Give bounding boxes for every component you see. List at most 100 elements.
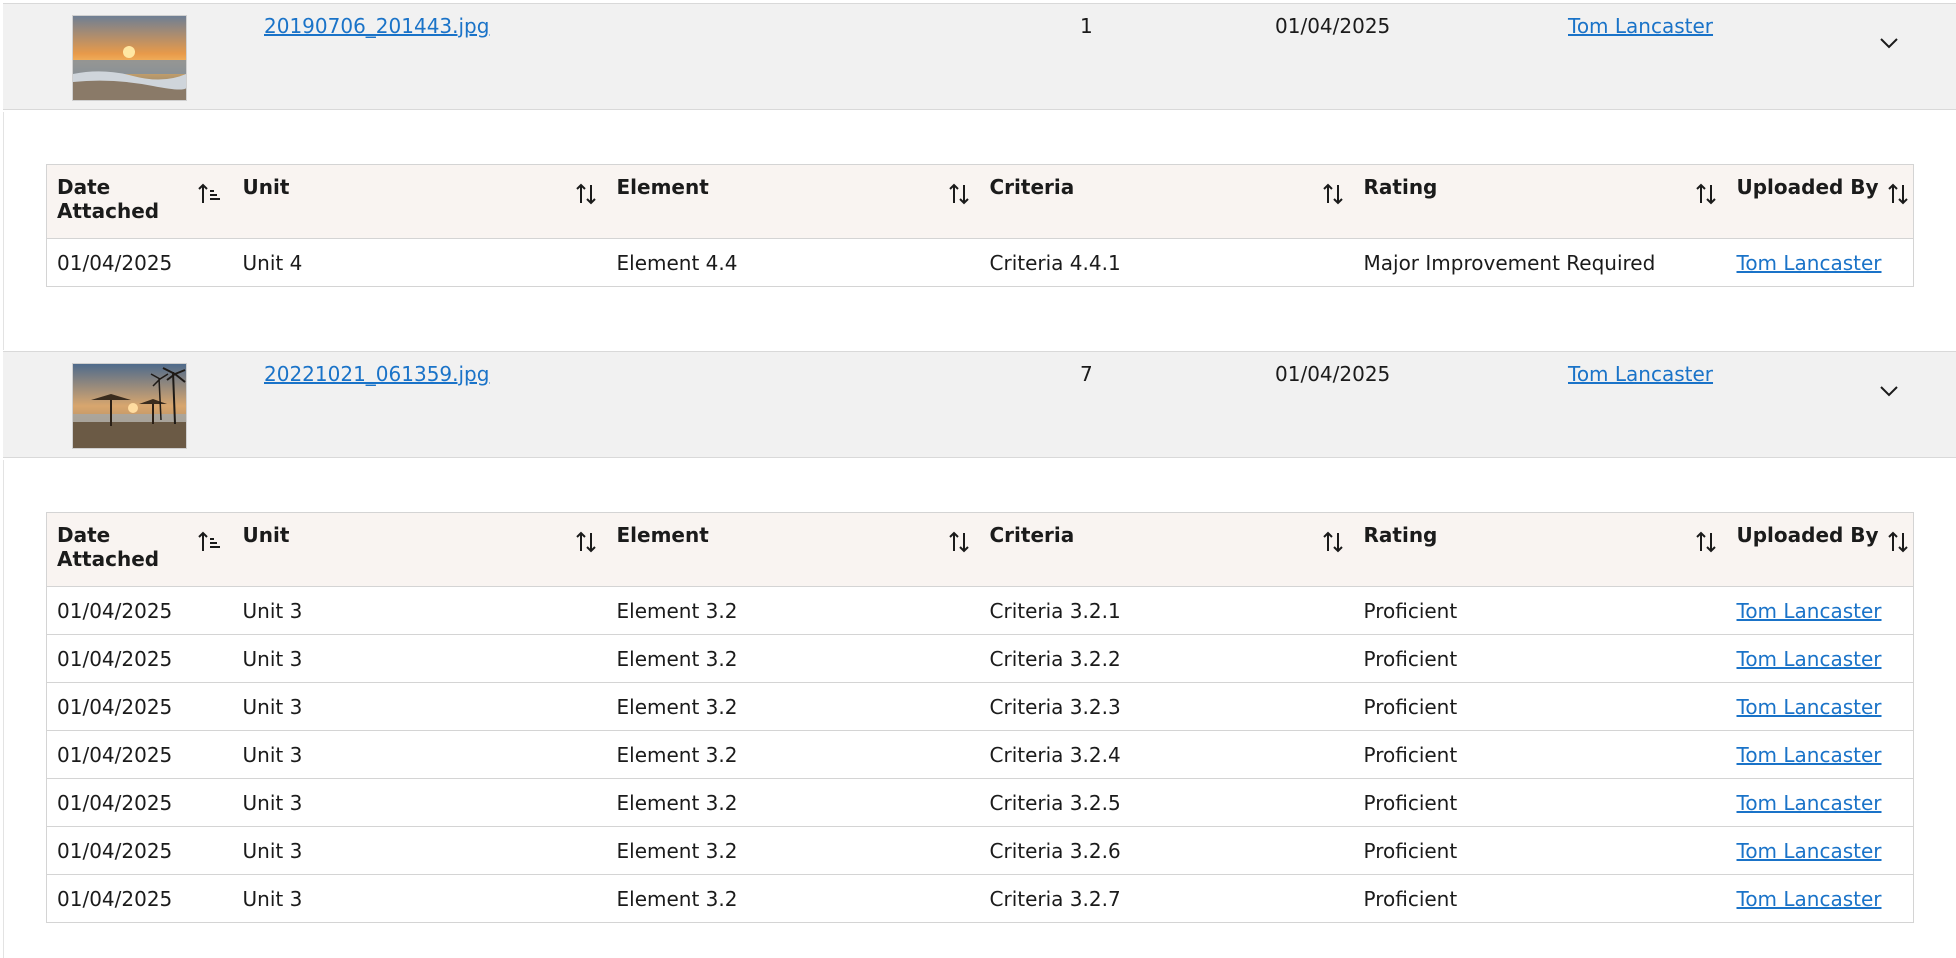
column-label: Element [616,175,709,199]
uploader-link[interactable]: Tom Lancaster [1737,695,1882,719]
cell-date: 01/04/2025 [46,238,233,287]
table-row: 01/04/2025 Unit 3 Element 3.2 Criteria 3… [46,730,1914,779]
chevron-down-icon[interactable] [1877,379,1901,403]
uploader-link[interactable]: Tom Lancaster [1737,839,1882,863]
sort-icon[interactable] [1320,181,1346,207]
cell-criteria: Criteria 3.2.2 [979,634,1354,683]
table-row: 01/04/2025 Unit 3 Element 3.2 Criteria 3… [46,874,1914,923]
uploader-link[interactable]: Tom Lancaster [1568,362,1713,386]
sort-icon[interactable] [1885,529,1911,555]
column-header-criteria[interactable]: Criteria [979,164,1354,239]
column-header-criteria[interactable]: Criteria [979,512,1354,587]
column-header-element[interactable]: Element [606,164,980,239]
table-row: 01/04/2025 Unit 3 Element 3.2 Criteria 3… [46,586,1914,635]
attachment-count: 7 [1080,362,1093,386]
attachment-date: 01/04/2025 [1275,362,1391,386]
table-header-row: Date Attached Unit Element Criteria Rati… [46,164,1914,239]
cell-rating: Proficient [1353,874,1727,923]
beach-umbrellas-thumbnail[interactable] [72,363,187,449]
column-label: Unit [242,175,290,199]
sort-icon[interactable] [573,181,599,207]
attachment-filename-link[interactable]: 20190706_201443.jpg [264,14,489,38]
cell-rating: Proficient [1353,730,1727,779]
column-header-rating[interactable]: Rating [1353,164,1727,239]
cell-element: Element 3.2 [606,826,980,875]
column-header-unit[interactable]: Unit [232,512,607,587]
chevron-down-icon[interactable] [1877,31,1901,55]
uploader-link[interactable]: Tom Lancaster [1737,791,1882,815]
attachment-date: 01/04/2025 [1275,14,1391,38]
attachment-details-panel: Date Attached Unit Element Criteria Rati… [3,460,1956,958]
sort-icon[interactable] [573,529,599,555]
column-header-uploaded-by[interactable]: Uploaded By [1726,512,1914,587]
cell-unit: Unit 3 [232,874,607,923]
cell-date: 01/04/2025 [46,826,233,875]
cell-unit: Unit 4 [232,238,607,287]
cell-date: 01/04/2025 [46,778,233,827]
sunset-beach-thumbnail[interactable] [72,15,187,101]
sort-icon[interactable] [1885,181,1911,207]
cell-criteria: Criteria 4.4.1 [979,238,1354,287]
cell-unit: Unit 3 [232,586,607,635]
column-header-uploaded-by[interactable]: Uploaded By [1726,164,1914,239]
cell-criteria: Criteria 3.2.4 [979,730,1354,779]
column-header-rating[interactable]: Rating [1353,512,1727,587]
sort-icon[interactable] [946,181,972,207]
cell-element: Element 3.2 [606,634,980,683]
column-label: Criteria [989,523,1075,547]
uploader-link[interactable]: Tom Lancaster [1737,887,1882,911]
uploader-link[interactable]: Tom Lancaster [1737,599,1882,623]
sort-icon[interactable] [946,529,972,555]
sort-ascending-icon[interactable] [197,529,223,555]
attachment-row[interactable]: 20190706_201443.jpg 1 01/04/2025 Tom Lan… [3,3,1956,110]
cell-uploaded-by: Tom Lancaster [1726,730,1914,779]
cell-criteria: Criteria 3.2.6 [979,826,1354,875]
table-row: 01/04/2025 Unit 4 Element 4.4 Criteria 4… [46,238,1914,287]
table-row: 01/04/2025 Unit 3 Element 3.2 Criteria 3… [46,826,1914,875]
attachment-filename-link[interactable]: 20221021_061359.jpg [264,362,489,386]
cell-element: Element 4.4 [606,238,980,287]
column-label: Unit [242,523,290,547]
cell-rating: Proficient [1353,778,1727,827]
sort-icon[interactable] [1320,529,1346,555]
cell-uploaded-by: Tom Lancaster [1726,778,1914,827]
cell-criteria: Criteria 3.2.7 [979,874,1354,923]
cell-unit: Unit 3 [232,682,607,731]
column-header-unit[interactable]: Unit [232,164,607,239]
table-row: 01/04/2025 Unit 3 Element 3.2 Criteria 3… [46,778,1914,827]
uploader-link[interactable]: Tom Lancaster [1737,251,1882,275]
cell-unit: Unit 3 [232,826,607,875]
sort-icon[interactable] [1693,181,1719,207]
cell-date: 01/04/2025 [46,874,233,923]
criteria-table: Date Attached Unit Element Criteria Rati… [46,164,1914,287]
cell-criteria: Criteria 3.2.3 [979,682,1354,731]
column-header-date-attached[interactable]: Date Attached [46,512,233,587]
column-label: Rating [1363,175,1438,199]
cell-unit: Unit 3 [232,730,607,779]
cell-criteria: Criteria 3.2.5 [979,778,1354,827]
column-label: Criteria [989,175,1075,199]
sort-ascending-icon[interactable] [197,181,223,207]
cell-element: Element 3.2 [606,730,980,779]
column-header-date-attached[interactable]: Date Attached [46,164,233,239]
cell-rating: Proficient [1353,682,1727,731]
criteria-table: Date Attached Unit Element Criteria Rati… [46,512,1914,923]
cell-element: Element 3.2 [606,682,980,731]
cell-uploaded-by: Tom Lancaster [1726,682,1914,731]
cell-date: 01/04/2025 [46,586,233,635]
uploader-link[interactable]: Tom Lancaster [1737,647,1882,671]
column-label: Rating [1363,523,1438,547]
cell-date: 01/04/2025 [46,634,233,683]
attachment-row[interactable]: 20221021_061359.jpg 7 01/04/2025 Tom Lan… [3,351,1956,458]
cell-uploaded-by: Tom Lancaster [1726,826,1914,875]
uploader-link[interactable]: Tom Lancaster [1737,743,1882,767]
table-row: 01/04/2025 Unit 3 Element 3.2 Criteria 3… [46,634,1914,683]
cell-rating: Proficient [1353,586,1727,635]
table-header-row: Date Attached Unit Element Criteria Rati… [46,512,1914,587]
sort-icon[interactable] [1693,529,1719,555]
cell-rating: Proficient [1353,826,1727,875]
column-label: Date Attached [57,523,160,571]
uploader-link[interactable]: Tom Lancaster [1568,14,1713,38]
cell-element: Element 3.2 [606,874,980,923]
column-header-element[interactable]: Element [606,512,980,587]
